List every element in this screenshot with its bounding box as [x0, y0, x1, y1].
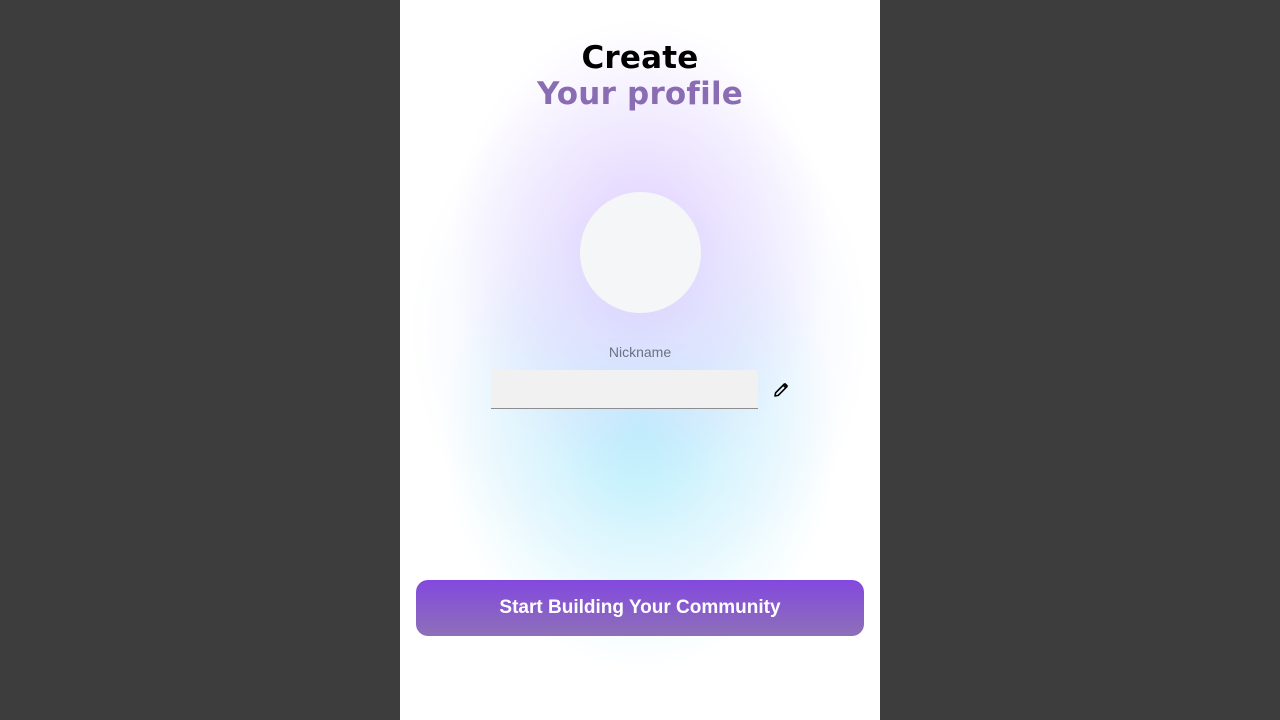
- nickname-label: Nickname: [608, 344, 672, 360]
- start-building-button[interactable]: Start Building Your Community: [416, 580, 864, 636]
- pencil-icon: [774, 383, 788, 397]
- profile-screen: Create Your profile Nickname Start Build…: [400, 0, 880, 720]
- edit-nickname-button[interactable]: [769, 378, 793, 402]
- nickname-input[interactable]: [491, 370, 758, 409]
- viewport-backdrop: Create Your profile Nickname Start Build…: [0, 0, 1280, 720]
- page-subtitle: Your profile: [537, 76, 743, 112]
- page-title: Create: [581, 40, 699, 76]
- avatar-picker[interactable]: [580, 192, 701, 313]
